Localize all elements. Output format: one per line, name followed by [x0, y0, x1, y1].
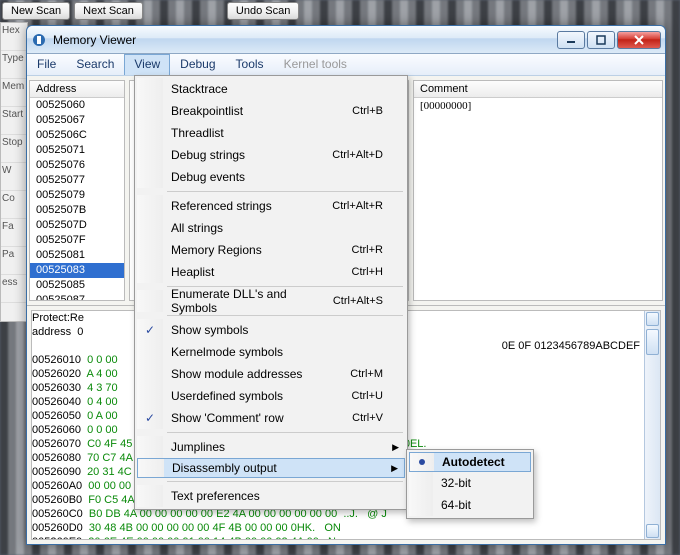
comment-column: Comment [00000000] — [413, 80, 663, 301]
address-row[interactable]: 0052507B — [30, 203, 124, 218]
radio-dot-icon — [419, 459, 425, 465]
scroll-thumb[interactable] — [646, 329, 659, 355]
address-row[interactable]: 00525083 — [30, 263, 124, 278]
menu-module-addresses[interactable]: Show module addressesCtrl+M — [137, 363, 405, 385]
checkmark-icon: ✓ — [145, 323, 155, 337]
left-label: W — [1, 163, 27, 191]
info-line: address 0 — [32, 326, 83, 338]
address-header[interactable]: Address — [30, 81, 124, 98]
address-row[interactable]: 00525085 — [30, 278, 124, 293]
address-row[interactable]: 00525087 — [30, 293, 124, 301]
menu-show-symbols[interactable]: ✓Show symbols — [137, 319, 405, 341]
address-row[interactable]: 0052507D — [30, 218, 124, 233]
menu-debug[interactable]: Debug — [170, 54, 225, 75]
undo-scan-button[interactable]: Undo Scan — [227, 2, 299, 20]
address-row[interactable]: 00525081 — [30, 248, 124, 263]
menu-separator — [167, 481, 403, 482]
menu-kernel-tools[interactable]: Kernel tools — [274, 54, 357, 75]
menu-show-comment-row[interactable]: ✓Show 'Comment' rowCtrl+V — [137, 407, 405, 429]
address-row[interactable]: 00525071 — [30, 143, 124, 158]
left-label: Stop — [1, 135, 27, 163]
menu-referenced-strings[interactable]: Referenced stringsCtrl+Alt+R — [137, 195, 405, 217]
menu-separator — [167, 315, 403, 316]
left-label: Co — [1, 191, 27, 219]
menu-text-preferences[interactable]: Text preferences — [137, 485, 405, 507]
hex-row[interactable]: 005260E0 20 6E 4E 00 00 00 91 00 14 4B 0… — [32, 535, 660, 540]
menu-stacktrace[interactable]: Stacktrace — [137, 78, 405, 100]
hex-scrollbar[interactable] — [644, 311, 660, 539]
menu-disassembly-output[interactable]: Disassembly output▶ — [137, 458, 405, 478]
menu-file[interactable]: File — [27, 54, 66, 75]
address-column: Address 00525060005250670052506C00525071… — [29, 80, 125, 301]
menu-memory-regions[interactable]: Memory RegionsCtrl+R — [137, 239, 405, 261]
left-label: ess — [1, 275, 27, 303]
app-icon — [31, 32, 47, 48]
menubar: File Search View Debug Tools Kernel tool… — [27, 54, 665, 76]
background-left-panel: Hex Type Mem Start Stop W Co Fa Pa ess — [0, 22, 28, 322]
hex-row[interactable]: 005260D0 30 48 4B 00 00 00 00 00 4F 4B 0… — [32, 521, 660, 535]
menu-all-strings[interactable]: All strings — [137, 217, 405, 239]
menu-separator — [167, 191, 403, 192]
close-button[interactable] — [617, 31, 661, 49]
address-row[interactable]: 0052507F — [30, 233, 124, 248]
checkmark-icon: ✓ — [145, 411, 155, 425]
submenu-arrow-icon: ▶ — [391, 463, 398, 474]
left-label: Type — [1, 51, 27, 79]
menu-debug-strings[interactable]: Debug stringsCtrl+Alt+D — [137, 144, 405, 166]
scroll-up-icon[interactable] — [646, 312, 659, 326]
menu-tools[interactable]: Tools — [226, 54, 274, 75]
hex-column-header: 0E 0F 0123456789ABCDEF — [502, 340, 640, 352]
menu-kernelmode-symbols[interactable]: Kernelmode symbols — [137, 341, 405, 363]
address-row[interactable]: 00525079 — [30, 188, 124, 203]
menu-heaplist[interactable]: HeaplistCtrl+H — [137, 261, 405, 283]
address-row[interactable]: 0052506C — [30, 128, 124, 143]
menu-breakpointlist[interactable]: BreakpointlistCtrl+B — [137, 100, 405, 122]
submenu-32bit[interactable]: 32-bit — [409, 472, 531, 494]
menu-search[interactable]: Search — [66, 54, 124, 75]
comment-value: [00000000] — [414, 98, 662, 114]
menu-separator — [167, 432, 403, 433]
menu-jumplines[interactable]: Jumplines▶ — [137, 436, 405, 458]
menu-view[interactable]: View — [124, 54, 170, 75]
address-row[interactable]: 00525067 — [30, 113, 124, 128]
window-title: Memory Viewer — [53, 33, 557, 47]
address-list[interactable]: 00525060005250670052506C0052507100525076… — [30, 98, 124, 301]
left-label: Mem — [1, 79, 27, 107]
next-scan-button[interactable]: Next Scan — [74, 2, 143, 20]
menu-enumerate-dlls[interactable]: Enumerate DLL's and SymbolsCtrl+Alt+S — [137, 290, 405, 312]
background-toolbar: New Scan Next Scan Undo Scan — [0, 0, 301, 22]
menu-userdefined-symbols[interactable]: Userdefined symbolsCtrl+U — [137, 385, 405, 407]
view-dropdown: Stacktrace BreakpointlistCtrl+B Threadli… — [134, 75, 408, 510]
new-scan-button[interactable]: New Scan — [2, 2, 70, 20]
address-row[interactable]: 00525060 — [30, 98, 124, 113]
disassembly-submenu: Autodetect 32-bit 64-bit — [406, 449, 534, 519]
menu-threadlist[interactable]: Threadlist — [137, 122, 405, 144]
submenu-arrow-icon: ▶ — [392, 442, 399, 453]
left-label: Pa — [1, 247, 27, 275]
left-label: Start — [1, 107, 27, 135]
comment-header[interactable]: Comment — [414, 81, 662, 98]
minimize-button[interactable] — [557, 31, 585, 49]
left-label: Fa — [1, 219, 27, 247]
left-label: Hex — [1, 23, 27, 51]
address-row[interactable]: 00525077 — [30, 173, 124, 188]
address-row[interactable]: 00525076 — [30, 158, 124, 173]
titlebar[interactable]: Memory Viewer — [27, 26, 665, 54]
submenu-64bit[interactable]: 64-bit — [409, 494, 531, 516]
maximize-button[interactable] — [587, 31, 615, 49]
scroll-down-icon[interactable] — [646, 524, 659, 538]
submenu-autodetect[interactable]: Autodetect — [409, 452, 531, 472]
menu-debug-events[interactable]: Debug events — [137, 166, 405, 188]
info-line: Protect:Re — [32, 312, 84, 324]
